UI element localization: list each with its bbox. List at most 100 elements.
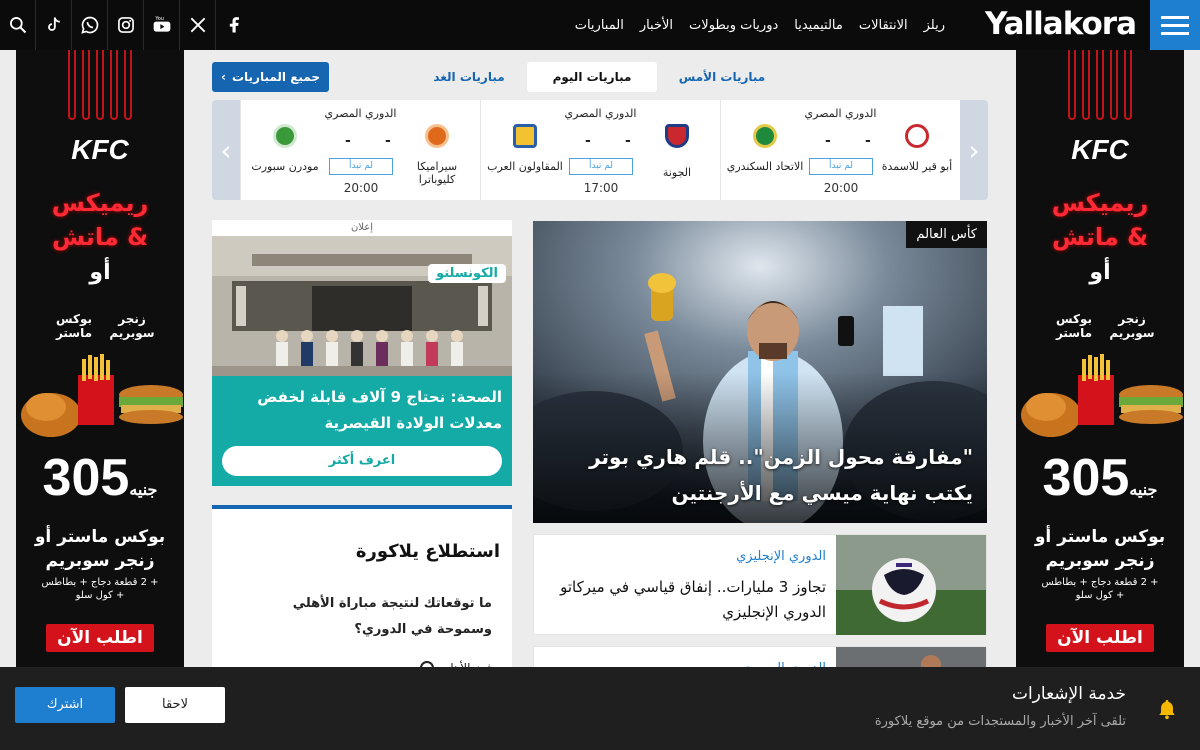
match-status: لم تبدأ <box>569 158 633 175</box>
bucket-stripes <box>68 50 132 120</box>
youtube-icon[interactable]: You <box>144 0 180 50</box>
nav-link-reels[interactable]: ريلز <box>924 18 945 33</box>
x-icon[interactable] <box>180 0 216 50</box>
nav-link-multimedia[interactable]: مالتيميديا <box>794 18 843 33</box>
ad-option-b: بوكس ماستر <box>1055 312 1093 340</box>
ad-extras: + 2 قطعة دجاج + بطاطس + كول سلو <box>41 577 159 601</box>
nav-link-news[interactable]: الأخبار <box>640 18 673 33</box>
bell-icon <box>1159 699 1175 720</box>
team-logo <box>425 124 449 148</box>
subscribe-button[interactable]: اشترك <box>15 687 115 723</box>
ad-photo: الكونسلتو <box>212 236 512 376</box>
notification-title: خدمة الإشعارات <box>1011 684 1126 704</box>
team-logo <box>665 124 689 148</box>
carousel-prev-button[interactable]: ‹ <box>212 100 240 200</box>
away-score: - <box>345 133 351 149</box>
nav-link-matches[interactable]: المباريات <box>575 18 624 33</box>
ad-extras: + 2 قطعة دجاج + بطاطس + كول سلو <box>1041 577 1159 601</box>
match-league: الدوري المصري <box>804 107 877 120</box>
hero-article[interactable]: كأس العالم "مفارقة محول الزمن".. قلم هار… <box>533 221 987 523</box>
ad-label: إعلان <box>350 222 374 233</box>
match-card[interactable]: الدوري المصري - - لم تبدأ 20:00 مودرن سب… <box>240 100 480 200</box>
matches-carousel: ‹ الدوري المصري - - لم تبدأ 20:00 مودرن … <box>212 100 988 200</box>
main-nav: المباريات الأخبار دوريات وبطولات مالتيمي… <box>575 0 945 50</box>
ad-subtitle: بوكس ماستر أو زنجر سوبريم <box>1034 527 1166 571</box>
match-status: لم تبدأ <box>329 158 393 175</box>
ad-order-button[interactable]: اطلب الآن <box>46 624 154 652</box>
home-team-name: الجونة <box>662 166 692 179</box>
team-logo <box>905 124 929 148</box>
ad-title[interactable]: الصحة: نحتاج 9 آلاف قابلة لخفض معدلات ال… <box>222 384 502 436</box>
home-team-name: سيراميكا كليوباترا <box>416 160 458 186</box>
notification-prompt: خدمة الإشعارات تلقى آخر الأخبار والمستجد… <box>0 667 1200 750</box>
food-image <box>21 354 183 437</box>
nav-link-transfers[interactable]: الانتقالات <box>859 18 908 33</box>
team-logo <box>753 124 777 148</box>
ad-headline: ريميكس & ماتش <box>1051 189 1149 251</box>
sponsored-card[interactable]: إعلان الكونسلتو الصحة: نحتاج 9 آلاف قابل… <box>212 220 512 486</box>
whatsapp-icon[interactable] <box>72 0 108 50</box>
poll-title: استطلاع يلاكورة <box>355 541 500 562</box>
home-team-name: أبو قير للاسمدة <box>881 160 953 173</box>
match-card[interactable]: الدوري المصري - - لم تبدأ 20:00 الاتحاد … <box>720 100 960 200</box>
away-team-name: مودرن سبورت <box>251 160 319 173</box>
ad-brand: KFC <box>1071 134 1129 165</box>
facebook-icon[interactable] <box>216 0 252 50</box>
team-logo <box>273 124 297 148</box>
side-ad-right[interactable]: KFC ريميكس & ماتش أو بوكس ماستر زنجر سوبر… <box>1016 50 1184 667</box>
ad-subtitle: بوكس ماستر أو زنجر سوبريم <box>34 527 166 571</box>
chevron-right-icon: › <box>221 70 226 84</box>
site-logo[interactable]: Yallakora <box>985 6 1137 42</box>
tab-today[interactable]: مباريات اليوم <box>527 62 657 92</box>
ad-price: 305جنيه <box>42 449 158 507</box>
home-score: - <box>865 133 871 149</box>
ad-option-b: بوكس ماستر <box>55 312 93 340</box>
ad-order-button[interactable]: اطلب الآن <box>1046 624 1154 652</box>
search-icon[interactable] <box>0 0 36 50</box>
notification-subtitle: تلقى آخر الأخبار والمستجدات من موقع يلاك… <box>874 714 1126 729</box>
carousel-next-button[interactable]: › <box>960 100 988 200</box>
home-score: - <box>385 133 391 149</box>
hero-category-badge[interactable]: كأس العالم <box>906 221 987 248</box>
ad-brand: KFC <box>71 134 129 165</box>
ad-option-a: زنجر سوبريم <box>1109 312 1155 340</box>
away-team-name: الاتحاد السكندري <box>726 160 804 173</box>
match-time: 17:00 <box>583 181 619 195</box>
poll-question: ما توقعاتك لنتيجة مباراة الأهلي وسموحة ف… <box>292 596 492 637</box>
away-team-name: المقاولون العرب <box>487 160 563 173</box>
social-icons: You <box>0 0 252 50</box>
tab-yesterday[interactable]: مباريات الأمس <box>672 62 772 92</box>
bucket-stripes <box>1068 50 1132 120</box>
away-score: - <box>825 133 831 149</box>
nav-link-leagues[interactable]: دوريات وبطولات <box>689 18 778 33</box>
match-league: الدوري المصري <box>564 107 637 120</box>
news-category[interactable]: الدوري الإنجليزي <box>736 549 826 564</box>
side-ad-left[interactable]: KFC ريميكس & ماتش أو بوكس ماستر زنجر سوبر… <box>16 50 184 667</box>
all-matches-button[interactable]: جميع المباريات › <box>212 62 329 92</box>
later-button[interactable]: لاحقا <box>125 687 225 723</box>
match-league: الدوري المصري <box>324 107 397 120</box>
match-status: لم تبدأ <box>809 158 873 175</box>
food-image <box>1021 354 1183 437</box>
instagram-icon[interactable] <box>108 0 144 50</box>
poll-widget: استطلاع يلاكورة ما توقعاتك لنتيجة مباراة… <box>212 505 512 675</box>
match-card[interactable]: الدوري المصري - - لم تبدأ 17:00 المقاولو… <box>480 100 720 200</box>
svg-text:You: You <box>154 16 164 22</box>
home-score: - <box>625 133 631 149</box>
learn-more-button[interactable]: اعرف أكثر <box>222 446 502 476</box>
ad-price: 305جنيه <box>1042 449 1158 507</box>
match-time: 20:00 <box>343 181 379 195</box>
hero-title[interactable]: "مفارقة محول الزمن".. قلم هاري بوتر يكتب… <box>543 439 973 511</box>
tiktok-icon[interactable] <box>36 0 72 50</box>
news-card[interactable]: الدوري الإنجليزي تجاوز 3 مليارات.. إنفاق… <box>533 534 987 635</box>
news-title[interactable]: تجاوز 3 مليارات.. إنفاق قياسي في ميركاتو… <box>546 575 826 625</box>
news-thumbnail <box>836 535 986 635</box>
ad-or: أو <box>89 260 111 285</box>
match-tabs: جميع المباريات › مباريات الغد مباريات الي… <box>212 62 988 92</box>
match-time: 20:00 <box>823 181 859 195</box>
tab-tomorrow[interactable]: مباريات الغد <box>424 62 514 92</box>
ad-or: أو <box>1089 260 1111 285</box>
ad-sponsor-tag: الكونسلتو <box>428 264 506 283</box>
menu-icon[interactable] <box>1150 0 1200 50</box>
ad-text-panel: الصحة: نحتاج 9 آلاف قابلة لخفض معدلات ال… <box>212 376 512 486</box>
